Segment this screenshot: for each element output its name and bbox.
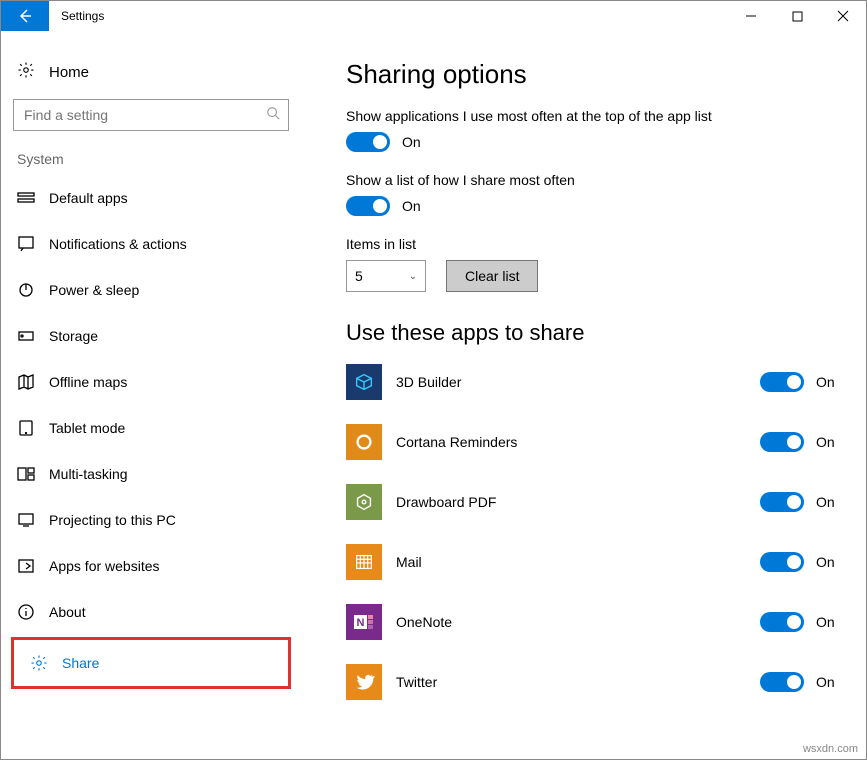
sidebar-item-label: About: [49, 604, 86, 620]
items-in-list-select[interactable]: 5 ⌄: [346, 260, 426, 292]
toggle-state: On: [816, 434, 846, 450]
sidebar-group-label: System: [1, 143, 301, 175]
app-name: Twitter: [396, 674, 760, 690]
app-icon-twitter: [346, 664, 382, 700]
power-icon: [17, 281, 35, 299]
window-title: Settings: [49, 1, 116, 31]
toggle-app-drawboard[interactable]: [760, 492, 804, 512]
apps-heading: Use these apps to share: [346, 320, 846, 346]
app-icon-onenote: N: [346, 604, 382, 640]
sidebar-item-multitasking[interactable]: Multi-tasking: [1, 451, 301, 497]
default-apps-icon: [17, 189, 35, 207]
clear-list-button[interactable]: Clear list: [446, 260, 538, 292]
search-box[interactable]: [13, 99, 289, 131]
sidebar-item-label: Tablet mode: [49, 420, 125, 436]
sidebar-item-tablet-mode[interactable]: Tablet mode: [1, 405, 301, 451]
about-icon: [17, 603, 35, 621]
toggle-state: On: [816, 614, 846, 630]
option-label: Show a list of how I share most often: [346, 172, 846, 188]
home-link[interactable]: Home: [1, 51, 301, 93]
home-label: Home: [49, 64, 89, 81]
toggle-app-3d-builder[interactable]: [760, 372, 804, 392]
sidebar-item-label: Offline maps: [49, 374, 127, 390]
sidebar-item-label: Projecting to this PC: [49, 512, 176, 528]
sidebar-item-label: Power & sleep: [49, 282, 139, 298]
toggle-app-mail[interactable]: [760, 552, 804, 572]
app-icon-drawboard: [346, 484, 382, 520]
main-content: Sharing options Show applications I use …: [346, 41, 846, 759]
back-button[interactable]: [1, 1, 49, 31]
toggle-app-twitter[interactable]: [760, 672, 804, 692]
select-value: 5: [355, 268, 363, 284]
toggle-state: On: [816, 494, 846, 510]
app-name: OneNote: [396, 614, 760, 630]
app-row: Drawboard PDF On: [346, 484, 846, 520]
app-row: N OneNote On: [346, 604, 846, 640]
search-icon: [266, 106, 280, 125]
app-row: Twitter On: [346, 664, 846, 700]
sidebar-item-about[interactable]: About: [1, 589, 301, 635]
app-name: Drawboard PDF: [396, 494, 760, 510]
sidebar-item-offline-maps[interactable]: Offline maps: [1, 359, 301, 405]
app-icon-mail: [346, 544, 382, 580]
share-icon: [30, 654, 48, 672]
minimize-button[interactable]: [728, 1, 774, 31]
multitasking-icon: [17, 465, 35, 483]
svg-text:N: N: [357, 617, 365, 629]
maps-icon: [17, 373, 35, 391]
toggle-state: On: [816, 674, 846, 690]
sidebar-item-label: Multi-tasking: [49, 466, 128, 482]
search-input[interactable]: [22, 106, 266, 124]
sidebar-item-label: Storage: [49, 328, 98, 344]
page-heading: Sharing options: [346, 59, 846, 90]
sidebar-item-apps-websites[interactable]: Apps for websites: [1, 543, 301, 589]
app-icon-3d-builder: [346, 364, 382, 400]
gear-icon: [17, 61, 35, 83]
sidebar-item-storage[interactable]: Storage: [1, 313, 301, 359]
toggle-state: On: [402, 198, 421, 214]
titlebar: Settings: [1, 1, 866, 31]
close-button[interactable]: [820, 1, 866, 31]
tablet-icon: [17, 419, 35, 437]
toggle-most-often-apps[interactable]: [346, 132, 390, 152]
toggle-share-list[interactable]: [346, 196, 390, 216]
sidebar-item-label: Apps for websites: [49, 558, 160, 574]
sidebar: Home System Default apps Notifications &…: [1, 41, 301, 691]
toggle-app-cortana[interactable]: [760, 432, 804, 452]
watermark: wsxdn.com: [803, 743, 858, 755]
projecting-icon: [17, 511, 35, 529]
sidebar-item-notifications[interactable]: Notifications & actions: [1, 221, 301, 267]
share-highlight: Share: [11, 637, 291, 689]
toggle-app-onenote[interactable]: [760, 612, 804, 632]
items-in-list-label: Items in list: [346, 236, 846, 252]
app-name: Cortana Reminders: [396, 434, 760, 450]
toggle-state: On: [816, 554, 846, 570]
app-icon-cortana: [346, 424, 382, 460]
app-name: Mail: [396, 554, 760, 570]
maximize-button[interactable]: [774, 1, 820, 31]
sidebar-item-projecting[interactable]: Projecting to this PC: [1, 497, 301, 543]
app-row: 3D Builder On: [346, 364, 846, 400]
chevron-down-icon: ⌄: [409, 271, 417, 282]
apps-websites-icon: [17, 557, 35, 575]
app-row: Mail On: [346, 544, 846, 580]
toggle-state: On: [402, 134, 421, 150]
app-row: Cortana Reminders On: [346, 424, 846, 460]
sidebar-item-label: Default apps: [49, 190, 128, 206]
sidebar-item-label: Share: [62, 655, 99, 671]
sidebar-item-power-sleep[interactable]: Power & sleep: [1, 267, 301, 313]
toggle-state: On: [816, 374, 846, 390]
app-name: 3D Builder: [396, 374, 760, 390]
option-label: Show applications I use most often at th…: [346, 108, 846, 124]
sidebar-item-label: Notifications & actions: [49, 236, 187, 252]
sidebar-item-share[interactable]: Share: [14, 640, 284, 686]
storage-icon: [17, 327, 35, 345]
sidebar-item-default-apps[interactable]: Default apps: [1, 175, 301, 221]
notifications-icon: [17, 235, 35, 253]
